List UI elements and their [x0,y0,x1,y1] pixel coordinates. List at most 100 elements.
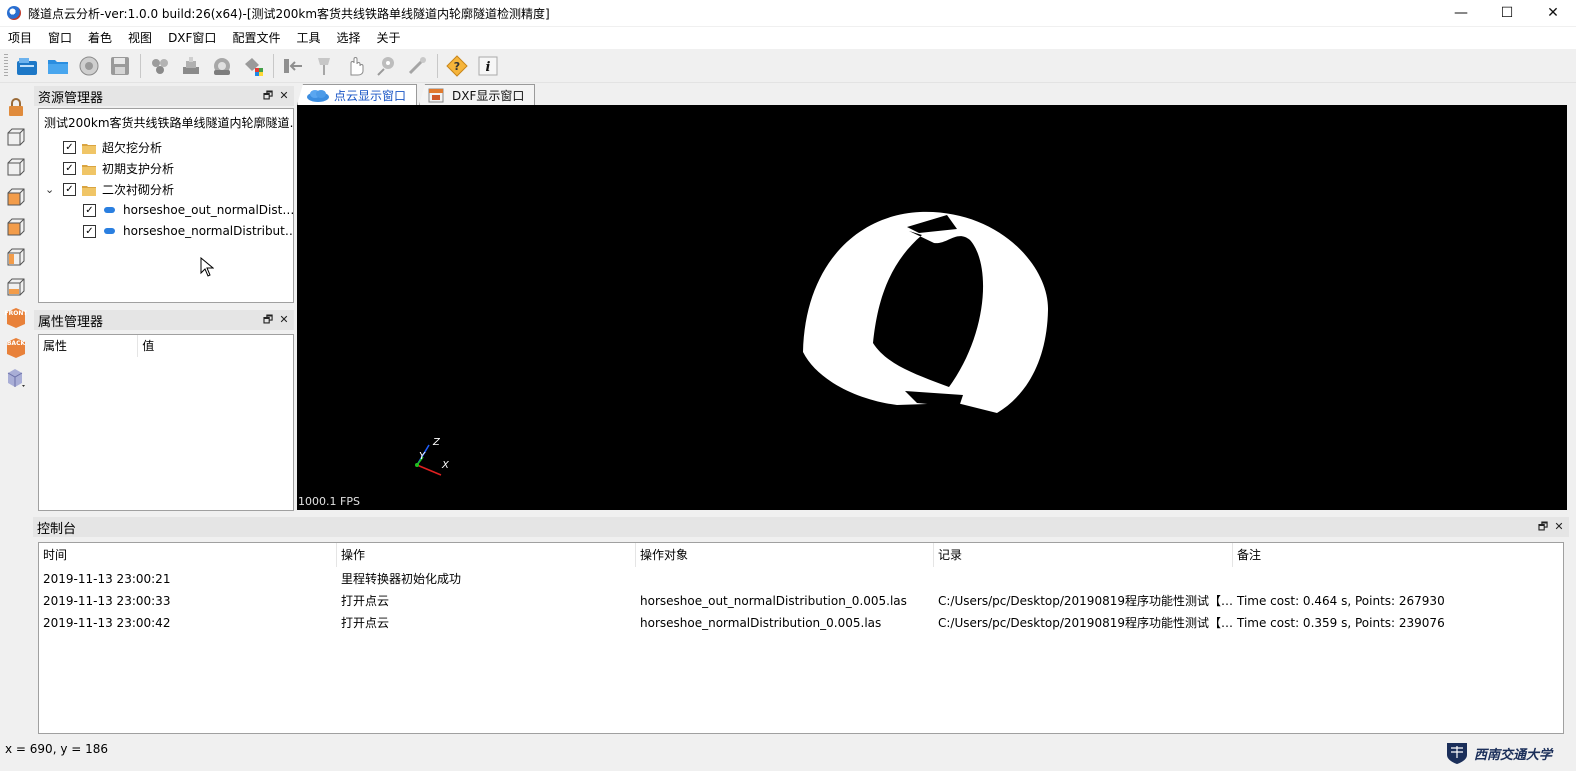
view-back-icon[interactable]: BACK [5,336,27,358]
console-title-bar: 控制台 🗗 ✕ [33,517,1569,537]
new-project-icon[interactable] [14,53,40,79]
view-cube-icon[interactable] [5,276,27,298]
chevron-down-icon[interactable]: ⌄ [45,183,54,196]
close-panel-icon[interactable]: ✕ [278,88,290,104]
toolbar-separator [140,54,141,78]
folder-icon [82,163,96,175]
view-cube-icon[interactable] [5,126,27,148]
tree-item-primary-support[interactable]: ✓ 初期支护分析 [63,158,174,178]
status-bar: x = 690, y = 186 西南交通大学 [0,738,1576,771]
checkbox[interactable]: ✓ [83,203,96,217]
tree-item-label: horseshoe_normalDistribut… [123,224,294,238]
view-cube-icon[interactable] [5,246,27,268]
float-panel-icon[interactable]: 🗗 [262,88,274,104]
location-icon[interactable] [373,53,399,79]
tool-icon[interactable] [404,53,430,79]
color-fill-icon[interactable] [240,53,266,79]
main-toolbar: ? i [0,50,1576,83]
menu-window[interactable]: 窗口 [40,27,80,49]
app-window: 隧道点云分析-ver:1.0.0 build:26(x64)-[测试200km客… [0,0,1576,771]
close-panel-icon[interactable]: ✕ [278,312,290,328]
svg-text:i: i [486,60,491,75]
maximize-button[interactable]: ☐ [1484,0,1530,26]
cell-record: C:/Users/pc/Desktop/20190819程序功能性测试【… [938,616,1233,630]
tree-item-overbreak[interactable]: ✓ 超欠挖分析 [63,137,162,157]
close-button[interactable]: ✕ [1530,0,1576,26]
layers-icon[interactable] [178,53,204,79]
tree-item-secondary-lining[interactable]: ⌄ ✓ 二次衬砌分析 [45,179,174,199]
university-emblem-icon [1446,743,1467,764]
tree-root-project[interactable]: 测试200km客货共线铁路单线隧道内轮廓隧道… [44,114,293,131]
property-manager-panel: 属性管理器 🗗 ✕ 属性 值 [34,310,294,512]
menu-project[interactable]: 项目 [0,27,40,49]
tree-item-label: 初期支护分析 [102,161,175,176]
view-front-icon[interactable]: FRONT [5,306,27,328]
hand-icon[interactable] [342,53,368,79]
menu-config-file[interactable]: 配置文件 [224,27,288,49]
info-icon[interactable]: i [475,53,501,79]
property-table-header: 属性 值 [39,334,293,357]
menu-tools[interactable]: 工具 [288,27,328,49]
checkbox[interactable]: ✓ [83,224,96,238]
gear-cloud-icon[interactable] [209,53,235,79]
svg-text:?: ? [454,60,460,73]
pin-icon[interactable] [311,53,337,79]
menu-coloring[interactable]: 着色 [80,27,120,49]
open-folder-icon[interactable] [45,53,71,79]
toolbar-separator [437,54,438,78]
tree-item-label: 超欠挖分析 [102,140,163,155]
view-side-icon[interactable] [5,216,27,238]
tree-item-horseshoe-out[interactable]: ✓ horseshoe_out_normalDist… [83,200,293,220]
tree-item-horseshoe[interactable]: ✓ horseshoe_normalDistribut… [83,221,294,241]
checkbox[interactable]: ✓ [63,161,76,175]
float-panel-icon[interactable]: 🗗 [262,312,274,328]
help-icon[interactable]: ? [444,53,470,79]
save-icon[interactable] [107,53,133,79]
toolbar-grip[interactable] [4,54,8,78]
menu-dxf-window[interactable]: DXF窗口 [160,27,224,49]
resource-tree: 测试200km客货共线铁路单线隧道内轮廓隧道… ✓ 超欠挖分析 ✓ 初期支护分析… [38,108,294,303]
axis-label-z: Z [433,437,440,448]
lock-icon[interactable] [5,96,27,118]
import-icon[interactable] [280,53,306,79]
column-header-remark[interactable]: 备注 [1233,543,1563,567]
column-header-property[interactable]: 属性 [39,334,139,357]
axis-label-y: Y [419,451,426,462]
disc-icon[interactable] [76,53,102,79]
close-panel-icon[interactable]: ✕ [1553,519,1565,535]
view-iso-icon[interactable] [5,366,27,388]
checkbox[interactable]: ✓ [63,182,76,196]
cell-remark: Time cost: 0.359 s, Points: 239076 [1237,616,1445,630]
float-panel-icon[interactable]: 🗗 [1537,519,1549,535]
view-cube-icon[interactable] [5,156,27,178]
column-header-operation[interactable]: 操作 [337,543,636,567]
cell-record [934,568,1233,590]
menu-select[interactable]: 选择 [328,27,368,49]
cell-operation: 打开点云 [341,594,390,608]
property-manager-title: 属性管理器 [38,314,104,330]
point-cluster-icon[interactable] [147,53,173,79]
minimize-button[interactable]: — [1438,0,1484,26]
tab-dxf-view[interactable]: DXF显示窗口 [419,84,536,105]
point-cloud-viewport[interactable]: Z Y X 1000.1 FPS [297,105,1567,510]
resource-manager-title: 资源管理器 [38,90,104,106]
axis-label-x: X [442,460,449,471]
tab-point-cloud-view[interactable]: 点云显示窗口 [297,84,418,105]
column-header-record[interactable]: 记录 [934,543,1233,567]
menu-bar: 项目 窗口 着色 视图 DXF窗口 配置文件 工具 选择 关于 [0,27,1576,49]
column-header-time[interactable]: 时间 [39,543,337,567]
app-icon [7,6,21,20]
menu-about[interactable]: 关于 [368,27,408,49]
view-top-icon[interactable] [5,186,27,208]
column-header-target[interactable]: 操作对象 [636,543,934,567]
point-cloud-icon [104,207,115,213]
column-header-value[interactable]: 值 [138,335,293,357]
toolbar-separator [273,54,274,78]
svg-text:FRONT: FRONT [5,310,27,317]
console-log-table: 时间 操作 操作对象 记录 备注 2019-11-13 23:00:21 里程转… [38,542,1564,734]
title-bar: 隧道点云分析-ver:1.0.0 build:26(x64)-[测试200km客… [0,0,1576,26]
cell-time: 2019-11-13 23:00:33 [43,594,171,608]
property-manager-title-bar: 属性管理器 🗗 ✕ [34,310,294,330]
checkbox[interactable]: ✓ [63,140,76,154]
menu-view[interactable]: 视图 [120,27,160,49]
